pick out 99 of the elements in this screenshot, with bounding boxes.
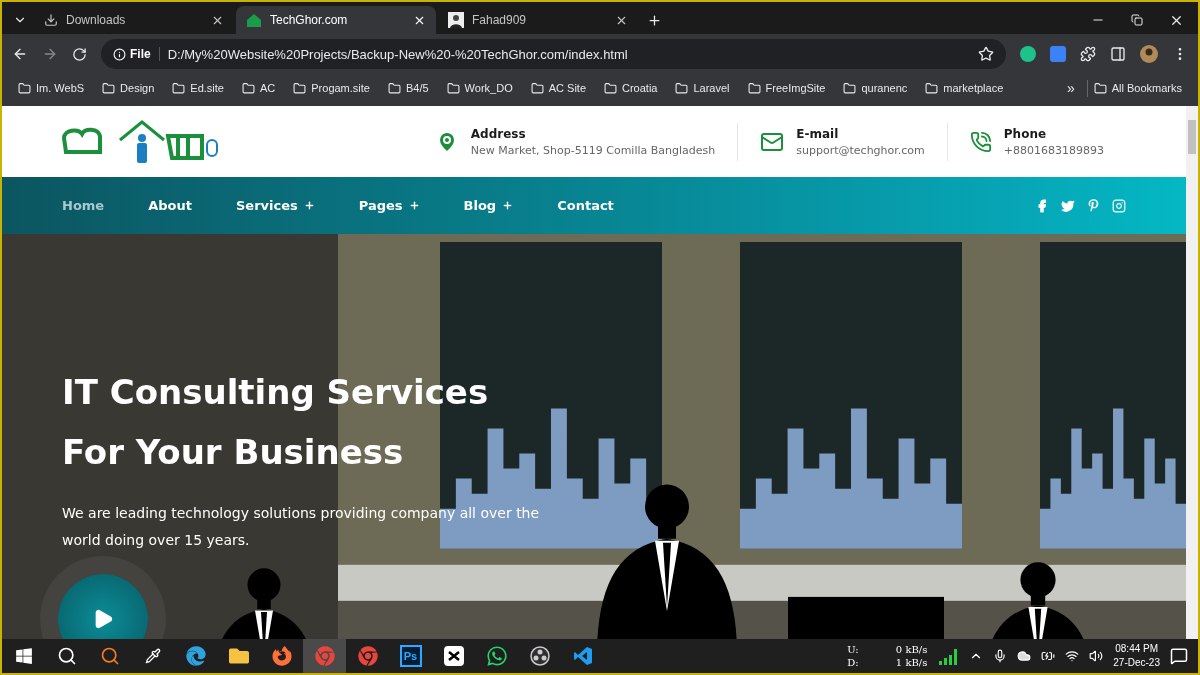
reload-icon[interactable] [72,46,87,62]
puzzle-icon[interactable] [1080,46,1096,62]
folder-icon [1093,81,1107,95]
bookmark-folder[interactable]: Progam.site [287,79,376,97]
avatar-icon[interactable] [1140,45,1158,63]
browser-icon[interactable] [185,646,206,666]
url-text: D:/My%20Website%20Projects/Backup-New%20-%20TechGhor.com/index.html [167,46,629,62]
download-icon [44,13,58,27]
upload-label: U: [847,643,860,656]
bookmark-folder[interactable]: Im. WebS [12,79,91,97]
bookmark-folder[interactable]: Work_DO [440,79,519,97]
folder-icon[interactable] [228,646,249,666]
star-icon[interactable] [978,46,994,62]
bookmark-folder[interactable]: marketplace [919,79,1010,97]
bookmark-folder[interactable]: Laravel [669,79,736,97]
photoshop-icon[interactable]: Ps [399,645,422,667]
browser-tab[interactable]: Downloads [34,6,234,34]
folder-icon [604,81,617,95]
nav-link[interactable]: Services [235,198,315,213]
download-speed: 1 kB/s [894,656,928,669]
cloud-icon[interactable] [1017,649,1032,663]
forward-icon[interactable] [42,46,58,62]
whatsapp-icon[interactable] [485,645,508,667]
folder-icon [293,81,307,95]
nav-link[interactable]: Blog [463,198,514,213]
contact-value: +8801683189893 [1003,143,1104,157]
nav-link[interactable]: Home [62,198,105,213]
obs-icon[interactable] [529,646,550,666]
wifi-icon[interactable] [1065,649,1080,663]
hero-title: For Your Business [62,431,405,474]
hero-title: IT Consulting Services [62,371,490,414]
firefox-icon[interactable] [271,646,292,666]
restore-icon[interactable] [1131,14,1143,26]
twitter-icon[interactable] [1061,198,1075,213]
bookmark-folder[interactable]: All Bookmarks [1086,79,1188,97]
folder-icon [446,81,460,95]
notifications-icon[interactable] [1170,647,1188,665]
chrome-icon[interactable] [357,646,378,666]
eyedropper-icon[interactable] [144,648,161,664]
folder-icon [747,81,761,95]
folder-icon [530,81,544,95]
download-label: D: [847,656,860,669]
magnifier-icon[interactable] [99,646,120,666]
bookmark-folder[interactable]: Design [96,79,161,97]
upload-speed: 0 kB/s [894,643,928,656]
contact-label: Phone [1003,126,1048,141]
instagram-icon[interactable] [1112,198,1126,213]
scrollbar-thumb[interactable] [1188,120,1196,154]
nav-link[interactable]: Contact [557,198,614,213]
bookmark-folder[interactable]: AC Site [524,79,592,97]
taskbar-app[interactable]: Ps [389,639,432,673]
folder-icon [102,81,116,95]
browser-tab[interactable]: Fahad909 [438,6,638,34]
code-editor-icon[interactable] [572,646,593,666]
back-icon[interactable] [12,46,28,62]
volume-icon[interactable] [1089,649,1104,663]
plus-icon [303,200,315,211]
nav-link[interactable]: About [148,198,192,213]
new-tab-icon[interactable] [646,12,662,28]
info-icon [113,47,126,61]
bookmark-folder[interactable]: FreeImgSite [741,79,832,97]
bookmark-folder[interactable]: quranenc [837,79,914,97]
bookmark-folder[interactable]: Croatia [598,79,664,97]
bookmark-folder[interactable]: B4/5 [381,79,435,97]
badge-label: File [130,47,151,61]
contact-value: New Market, Shop-5119 Comilla Bangladesh [470,143,716,157]
microphone-icon[interactable] [993,649,1008,663]
plus-icon [408,200,420,211]
folder-icon [843,81,857,95]
folder-icon [925,81,939,95]
contact-label: E-mail [796,126,840,141]
folder-icon [387,81,401,95]
house-icon [246,13,262,27]
address-bar[interactable]: File D:/My%20Website%20Projects/Backup-New%20-%20TechGhor.com/index.html [101,39,1006,69]
avatar-icon [448,12,464,28]
file-badge[interactable]: File [113,47,160,61]
side-panel-icon[interactable] [1110,46,1126,62]
folder-icon [242,81,255,95]
pinterest-icon[interactable] [1087,198,1100,212]
contact-value: support@techghor.com [796,143,925,157]
folder-icon [18,81,31,95]
bookmark-folder[interactable]: Ed.site [166,79,230,97]
bookmark-folder[interactable]: AC [236,79,282,97]
contact-label: Address [470,126,527,141]
windows-icon[interactable] [14,647,33,665]
folder-icon [172,81,186,95]
clock[interactable]: 08:44 PM 27-Dec-23 [1113,642,1160,670]
battery-icon[interactable] [1041,649,1056,663]
search-icon[interactable] [56,646,77,666]
plus-icon [502,200,514,211]
folder-icon [675,81,689,95]
scrollbar[interactable] [1186,106,1198,639]
phone-icon [969,130,992,153]
more-bookmarks[interactable]: » [1060,78,1081,98]
nav-link[interactable]: Pages [358,198,420,213]
facebook-icon[interactable] [1035,198,1049,213]
capcut-icon[interactable] [443,646,464,666]
browser-tab[interactable]: TechGhor.com [236,6,436,34]
extension-icon[interactable] [1020,46,1036,62]
